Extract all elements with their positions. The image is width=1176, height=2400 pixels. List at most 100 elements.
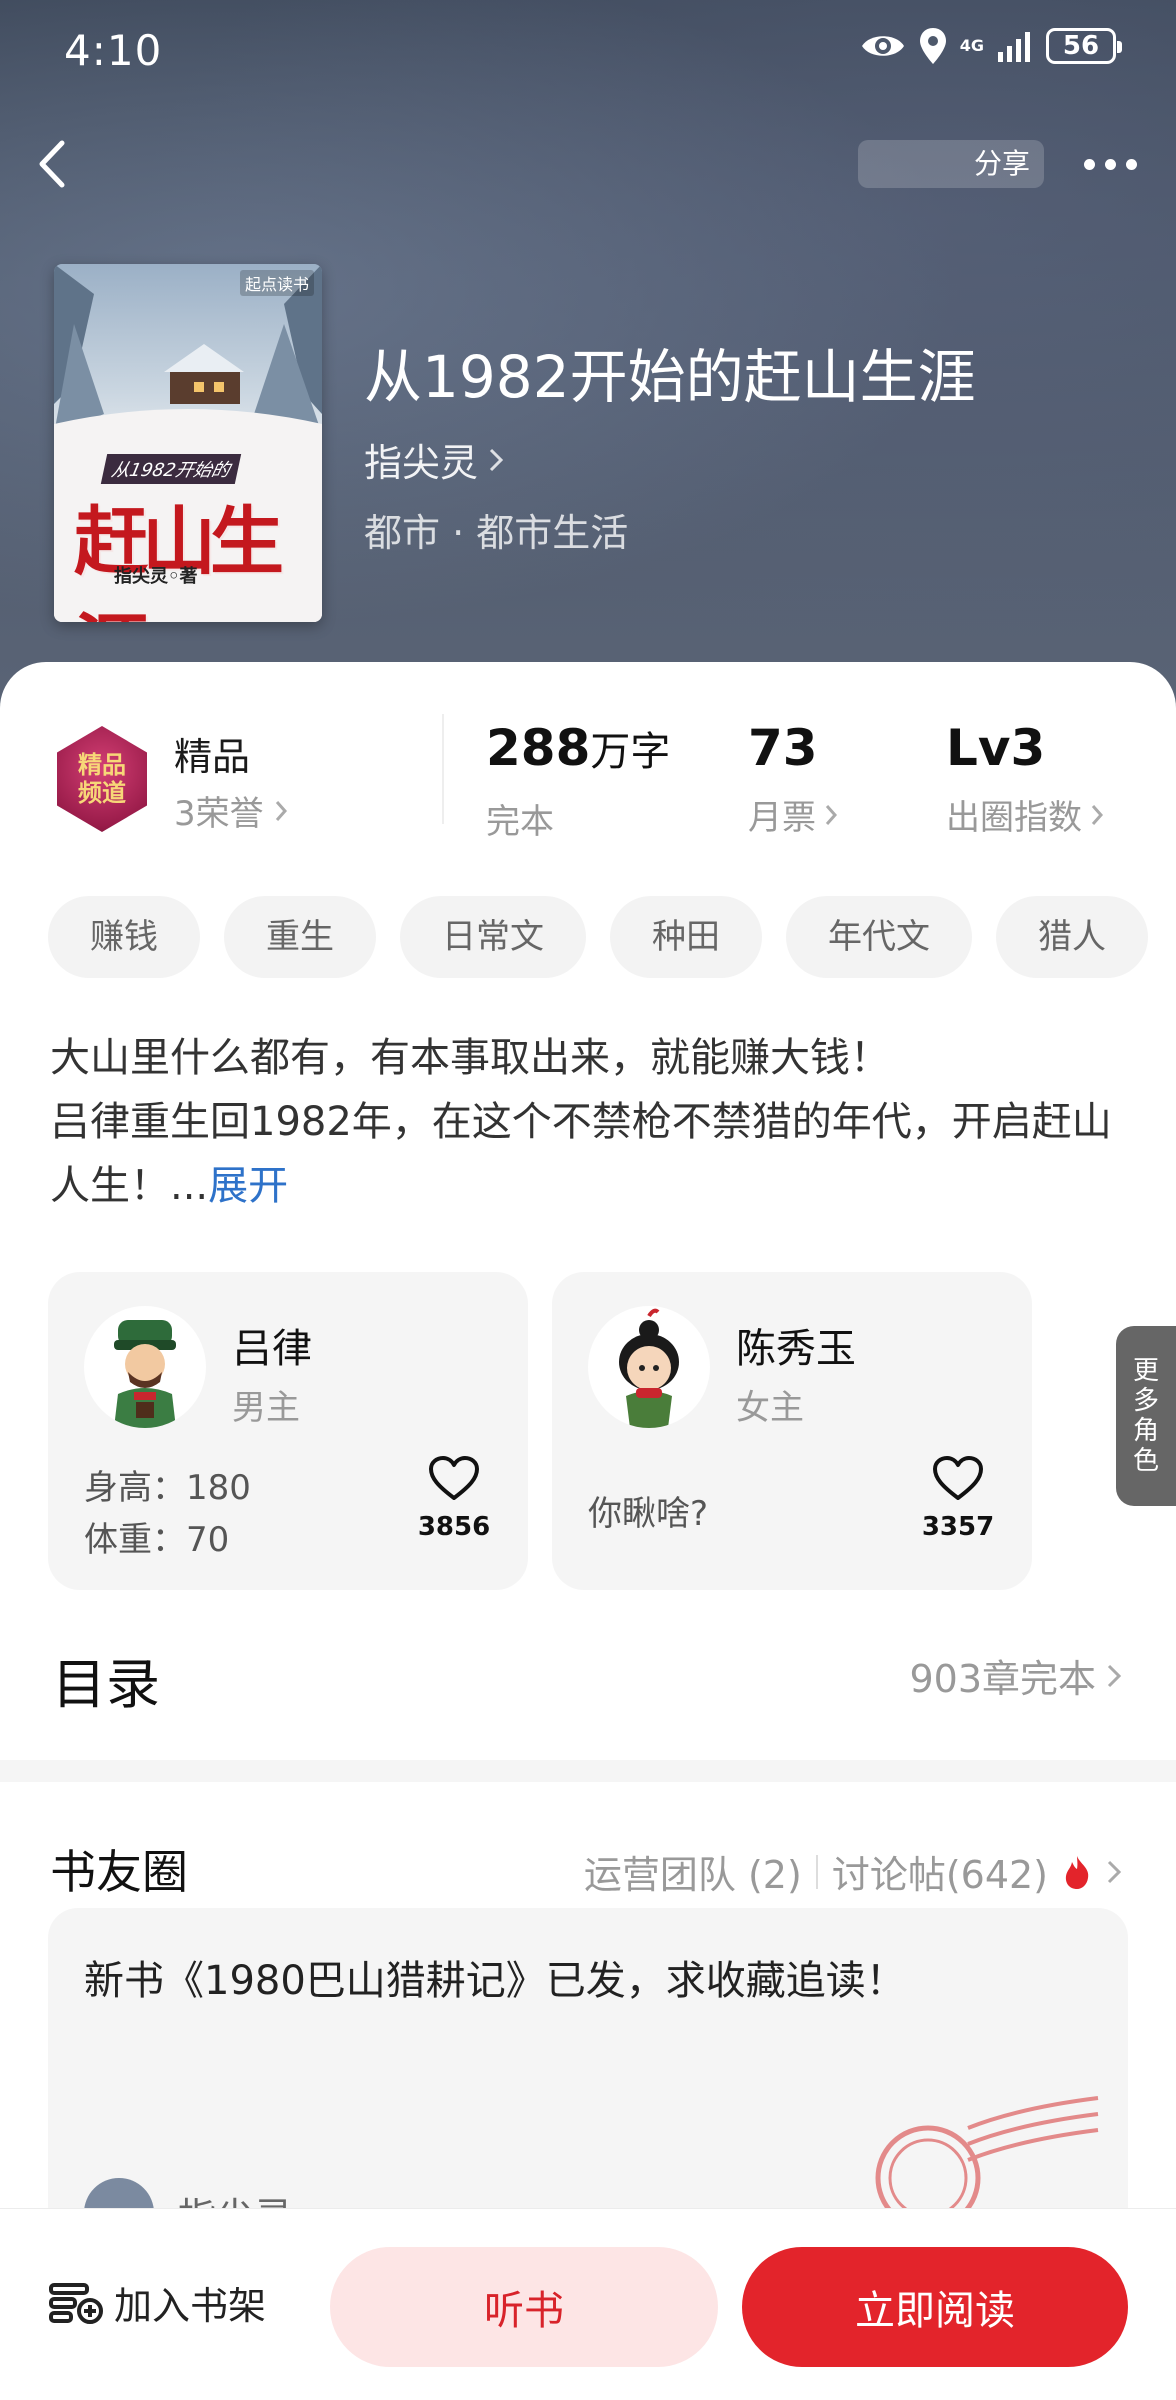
badge-text: 精品频道 (78, 751, 126, 807)
character-role: 女主 (736, 1388, 804, 1428)
heart-icon (429, 1456, 479, 1500)
cover-brand: 起点读书 (239, 270, 314, 296)
character-name: 吕律 (232, 1326, 312, 1372)
character-role: 男主 (232, 1388, 300, 1428)
stat-label-text: 完本 (486, 802, 554, 842)
chevron-left-icon (39, 140, 65, 188)
stat-value: 73 (748, 719, 818, 777)
add-to-shelf-button[interactable]: 加入书架 (48, 2275, 266, 2330)
bookshelf-add-icon (49, 2282, 103, 2324)
post-author: 指尖灵 (178, 2186, 292, 2208)
stat-label: 完本 (486, 794, 670, 843)
cover-author: 指尖灵◦著 (114, 566, 198, 587)
chevron-right-icon (489, 448, 504, 471)
section-divider (0, 1760, 1176, 1782)
character-attr: 你瞅啥? (588, 1494, 709, 1534)
listen-button[interactable]: 听书 (330, 2247, 718, 2367)
divider (815, 1854, 818, 1889)
dot-icon (1083, 158, 1095, 170)
post-text: 新书《1980巴山猎耕记》已发，求收藏追读！ (84, 1958, 906, 2004)
back-button[interactable] (26, 132, 76, 196)
chevron-right-icon (1107, 1860, 1122, 1883)
status-bar: 4:10 4G 56 (0, 0, 1176, 100)
status-icons: 4G 56 (860, 28, 1122, 64)
character-card[interactable]: 陈秀玉 女主 你瞅啥? 3357 (552, 1272, 1032, 1590)
cover-title: 赶山生涯 (74, 499, 284, 622)
girl-avatar-icon (619, 1308, 679, 1428)
cover-subtitle: 从1982开始的 (100, 454, 242, 484)
character-description: 身高：180 体重：70 (84, 1462, 251, 1566)
tag-chip[interactable]: 赚钱 (48, 896, 200, 978)
like-count: 3357 (921, 1512, 995, 1542)
synopsis-line: 大山里什么都有，有本事取出来，就能赚大钱！ (50, 1035, 890, 1081)
book-title: 从1982开始的赶山生涯 (364, 343, 976, 411)
post-card[interactable]: 新书《1980巴山猎耕记》已发，求收藏追读！ 指尖灵 (48, 1908, 1128, 2208)
like-button[interactable]: 3357 (918, 1456, 998, 1542)
posts-link[interactable]: 讨论帖(642) (832, 1844, 1048, 1899)
more-roles-tab[interactable]: 更多角色 (1116, 1326, 1176, 1506)
tag-chip[interactable]: 重生 (224, 896, 376, 978)
shelf-label: 加入书架 (114, 2284, 267, 2328)
author-name: 指尖灵 (364, 441, 479, 485)
stat-number: 288 (486, 719, 591, 777)
network-type: 4G (959, 36, 984, 55)
heart-icon (933, 1456, 983, 1500)
like-button[interactable]: 3856 (414, 1456, 494, 1542)
tag-list: 赚钱 重生 日常文 种田 年代文 猎人 (48, 896, 1148, 978)
book-genre: 都市 · 都市生活 (364, 511, 629, 555)
expand-link[interactable]: 展开 (208, 1163, 288, 1209)
character-description: 你瞅啥? (588, 1488, 708, 1540)
team-link[interactable]: 运营团队 (2) (584, 1844, 802, 1899)
read-now-button[interactable]: 立即阅读 (742, 2247, 1128, 2367)
character-name: 陈秀玉 (736, 1326, 856, 1372)
stat-word-count: 288万字 完本 (486, 716, 670, 843)
honor-link[interactable]: 3荣誉 (174, 786, 288, 835)
dot-icon (1125, 158, 1137, 170)
stat-value: Lv3 (946, 719, 1046, 777)
share-button[interactable]: 分享 (858, 140, 1044, 188)
synopsis: 大山里什么都有，有本事取出来，就能赚大钱！ 吕律重生回1982年，在这个不禁枪不… (50, 1026, 1140, 1218)
chevron-right-icon (1107, 1664, 1122, 1687)
stat-label-text: 出圈指数 (946, 798, 1082, 838)
character-card[interactable]: 吕律 男主 身高：180 体重：70 3856 (48, 1272, 528, 1590)
stat-label-text: 月票 (748, 798, 816, 838)
more-options-button[interactable] (1076, 140, 1144, 188)
circle-links[interactable]: 运营团队 (2) 讨论帖(642) (584, 1844, 1122, 1899)
signal-icon (998, 32, 1030, 62)
stat-monthly-votes[interactable]: 73 月票 (748, 716, 838, 839)
toc-link[interactable]: 903章完本 (909, 1648, 1122, 1703)
chevron-right-icon (825, 804, 838, 825)
toc-title: 目录 (52, 1653, 160, 1716)
hunter-avatar-icon (114, 1320, 176, 1428)
bottom-action-bar: 加入书架 听书 立即阅读 (0, 2208, 1176, 2400)
location-icon (919, 28, 946, 64)
honor-count: 3荣誉 (174, 794, 264, 834)
fire-icon (1065, 1855, 1089, 1889)
chevron-right-icon (275, 800, 287, 821)
circle-title: 书友圈 (50, 1845, 188, 1899)
postmark-stamp-icon (875, 2096, 1099, 2208)
stat-popularity-index[interactable]: Lv3 出圈指数 (946, 716, 1104, 839)
author-link[interactable]: 指尖灵 (364, 432, 504, 487)
like-count: 3856 (417, 1512, 491, 1542)
tag-chip[interactable]: 日常文 (400, 896, 586, 978)
stat-unit: 万字 (590, 729, 671, 775)
divider (442, 714, 444, 824)
stat-label: 出圈指数 (946, 790, 1104, 839)
book-cover[interactable]: 起点读书 从1982开始的 赶山生涯 指尖灵◦著 (54, 264, 322, 622)
dot-icon (1104, 158, 1116, 170)
stat-value: 288万字 (486, 716, 670, 784)
battery-indicator: 56 (1046, 28, 1122, 64)
eye-icon (861, 36, 904, 56)
character-avatar (588, 1306, 710, 1428)
tag-chip[interactable]: 年代文 (786, 896, 972, 978)
status-time: 4:10 (64, 26, 163, 75)
honor-title: 精品 (174, 735, 251, 779)
tag-chip[interactable]: 种田 (610, 896, 762, 978)
chevron-right-icon (1091, 804, 1104, 825)
toc-summary: 903章完本 (909, 1657, 1096, 1701)
tag-chip[interactable]: 猎人 (996, 896, 1148, 978)
synopsis-line: 吕律重生回1982年，在这个不禁枪不禁猎的年代，开启赶山人生！...展开 (50, 1090, 1140, 1218)
character-attr: 体重：70 (84, 1520, 230, 1560)
character-avatar (84, 1306, 206, 1428)
